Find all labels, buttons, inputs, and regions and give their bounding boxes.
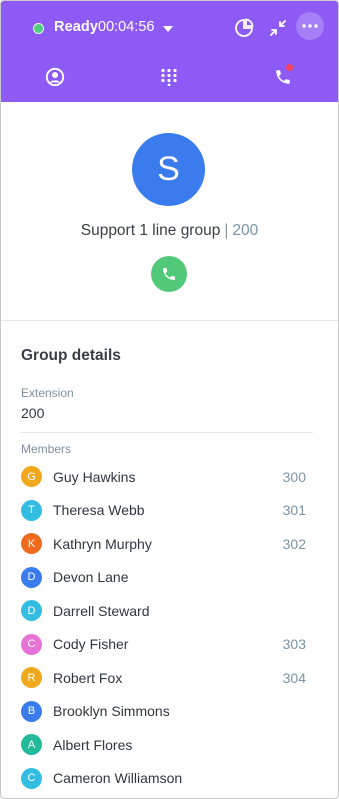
member-avatar: C bbox=[21, 633, 42, 655]
member-extension: 300 bbox=[282, 468, 306, 485]
extension-label: Extension bbox=[21, 386, 74, 400]
pie-chart-icon[interactable] bbox=[231, 15, 257, 41]
member-extension: 301 bbox=[282, 502, 306, 519]
group-extension: 200 bbox=[232, 222, 259, 239]
member-name: Theresa Webb bbox=[53, 502, 145, 519]
call-group-button[interactable] bbox=[151, 256, 187, 292]
member-name: Cameron Williamson bbox=[53, 770, 183, 787]
section-title: Group details bbox=[21, 347, 121, 364]
divider bbox=[21, 432, 313, 433]
member-avatar: A bbox=[21, 734, 42, 756]
status-dropdown-icon[interactable] bbox=[163, 26, 173, 32]
more-icon bbox=[302, 24, 318, 28]
member-avatar: B bbox=[21, 700, 42, 722]
member-row[interactable]: K Kathryn Murphy 302 bbox=[21, 527, 318, 561]
contact-icon bbox=[45, 67, 65, 87]
member-name: Brooklyn Simmons bbox=[53, 703, 170, 720]
title-separator: | bbox=[224, 222, 229, 239]
member-name: Robert Fox bbox=[53, 669, 123, 686]
member-row[interactable]: G Guy Hawkins 300 bbox=[21, 460, 318, 494]
member-extension: 302 bbox=[282, 535, 306, 552]
group-details: Group details Extension 200 Members G Guy… bbox=[1, 321, 338, 795]
nav-tabs bbox=[1, 63, 338, 91]
member-row[interactable]: T Theresa Webb 301 bbox=[21, 494, 318, 528]
member-extension: 303 bbox=[282, 636, 306, 653]
more-options-button[interactable] bbox=[296, 12, 324, 40]
member-row[interactable]: A Albert Flores bbox=[21, 728, 318, 762]
member-name: Darrell Steward bbox=[53, 602, 150, 619]
member-avatar: R bbox=[21, 667, 42, 689]
member-avatar: D bbox=[21, 566, 42, 588]
status-timer: 00:04:56 bbox=[98, 19, 155, 35]
tab-calls[interactable] bbox=[268, 63, 298, 91]
status-bar: Ready 00:04:56 bbox=[1, 12, 338, 42]
member-avatar: G bbox=[21, 466, 42, 488]
member-extension: 304 bbox=[282, 669, 306, 686]
softphone-panel: Ready 00:04:56 S Support 1 line group | … bbox=[0, 0, 339, 799]
tab-contacts[interactable] bbox=[40, 63, 70, 91]
member-row[interactable]: C Cody Fisher 303 bbox=[21, 628, 318, 662]
member-row[interactable]: D Devon Lane bbox=[21, 561, 318, 595]
header: Ready 00:04:56 bbox=[1, 1, 338, 102]
member-row[interactable]: B Brooklyn Simmons bbox=[21, 695, 318, 729]
group-title: Support 1 line group | 200 bbox=[1, 222, 338, 240]
member-row[interactable]: D Darrell Steward bbox=[21, 594, 318, 628]
members-label: Members bbox=[21, 442, 72, 456]
dialpad-icon bbox=[161, 68, 177, 86]
member-name: Kathryn Murphy bbox=[53, 535, 152, 552]
member-row[interactable]: C Cameron Williamson bbox=[21, 762, 318, 796]
member-avatar: C bbox=[21, 767, 42, 789]
notification-dot bbox=[286, 64, 293, 71]
group-avatar: S bbox=[132, 133, 205, 206]
member-row[interactable]: R Robert Fox 304 bbox=[21, 661, 318, 695]
group-profile: S Support 1 line group | 200 bbox=[1, 102, 338, 321]
phone-icon bbox=[163, 268, 175, 280]
extension-value: 200 bbox=[21, 405, 45, 421]
member-avatar: K bbox=[21, 533, 42, 555]
status-indicator bbox=[33, 23, 44, 34]
status-label[interactable]: Ready bbox=[54, 19, 98, 35]
minimize-icon[interactable] bbox=[265, 15, 291, 41]
group-name: Support 1 line group bbox=[80, 222, 221, 239]
member-name: Guy Hawkins bbox=[53, 468, 136, 485]
member-avatar: D bbox=[21, 600, 42, 622]
member-list: G Guy Hawkins 300 T Theresa Webb 301 K Kathryn … bbox=[21, 460, 318, 795]
member-name: Devon Lane bbox=[53, 569, 129, 586]
member-avatar: T bbox=[21, 499, 42, 521]
member-name: Albert Flores bbox=[53, 736, 133, 753]
tab-dialpad[interactable] bbox=[154, 63, 184, 91]
member-name: Cody Fisher bbox=[53, 636, 129, 653]
